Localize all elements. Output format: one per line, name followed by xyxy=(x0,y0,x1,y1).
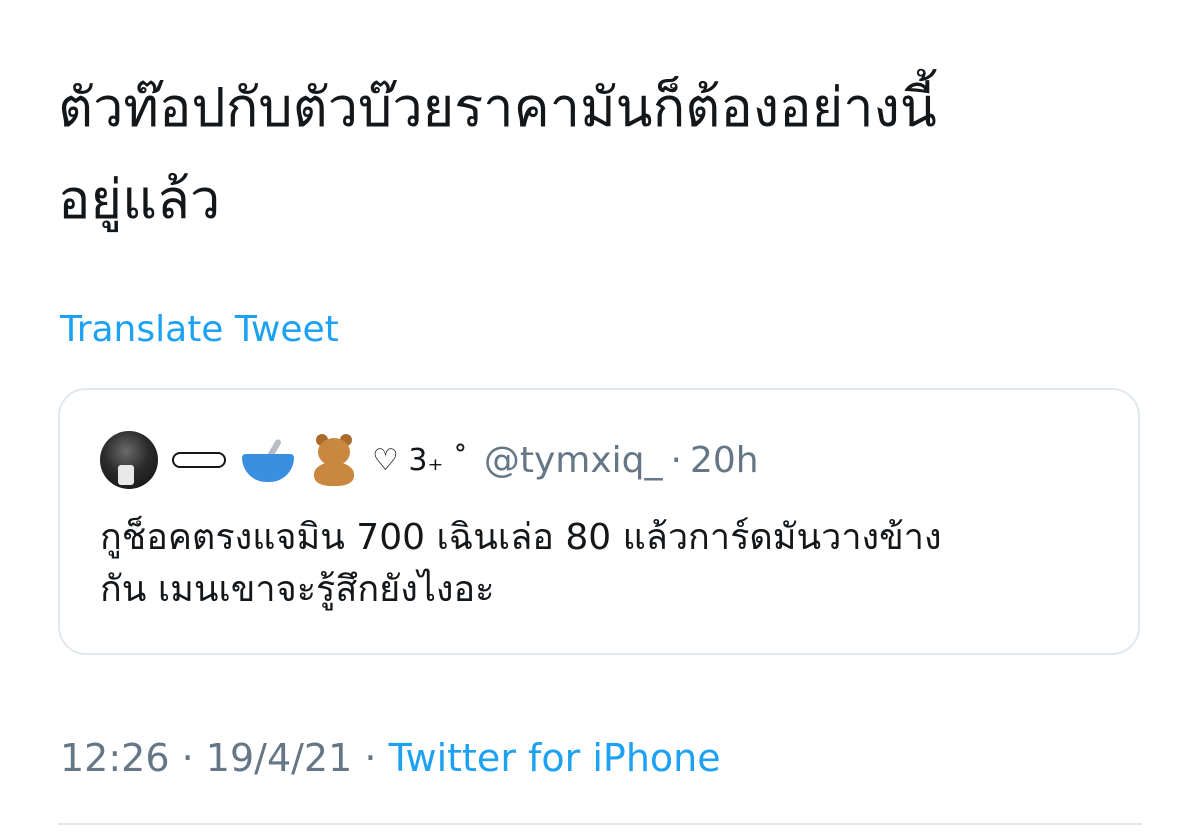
tweet-text-line-1: ตัวท๊อปกับตัวบ๊วยราคามันก็ต้องอย่างนี้ xyxy=(58,76,937,139)
meta-separator-1: · xyxy=(181,736,194,780)
divider xyxy=(58,823,1142,825)
tweet-text: ตัวท๊อปกับตัวบ๊วยราคามันก็ต้องอย่างนี้ อ… xyxy=(58,62,1158,246)
tweet-date: 19/4/21 xyxy=(205,736,353,780)
pill-icon xyxy=(172,452,226,468)
avatar[interactable] xyxy=(100,431,158,489)
bowl-with-spoon-icon xyxy=(240,436,296,484)
teddy-bear-icon xyxy=(306,432,362,488)
quoted-handle: @tymxiq_ xyxy=(483,439,663,481)
tweet-text-line-2: อยู่แล้ว xyxy=(58,168,221,231)
tweet-meta: 12:26 · 19/4/21 · Twitter for iPhone xyxy=(60,734,721,782)
quoted-text-line-1: กูช็อคตรงแจมิน 700 เฉินเล่อ 80 แล้วการ์ด… xyxy=(100,517,942,558)
meta-separator-2: · xyxy=(364,736,377,780)
tweet-time: 12:26 xyxy=(60,736,170,780)
quoted-text-line-2: กัน เมนเขาจะรู้สึกยังไงอะ xyxy=(100,569,495,610)
quoted-timestamp: 20h xyxy=(690,439,759,481)
quoted-tweet-card[interactable]: ♡ 3₊ ˚ @tymxiq_ · 20h กูช็อคตรงแจมิน 700… xyxy=(58,388,1140,655)
quoted-tweet-text: กูช็อคตรงแจมิน 700 เฉินเล่อ 80 แล้วการ์ด… xyxy=(100,512,1110,616)
header-separator: · xyxy=(670,439,682,481)
display-name-symbols: ♡ 3₊ ˚ xyxy=(372,442,468,478)
quoted-tweet-header: ♡ 3₊ ˚ @tymxiq_ · 20h xyxy=(100,428,759,492)
translate-tweet-link[interactable]: Translate Tweet xyxy=(60,306,339,354)
tweet-source-link[interactable]: Twitter for iPhone xyxy=(389,736,721,780)
quoted-display-name: ♡ 3₊ ˚ xyxy=(172,432,476,488)
